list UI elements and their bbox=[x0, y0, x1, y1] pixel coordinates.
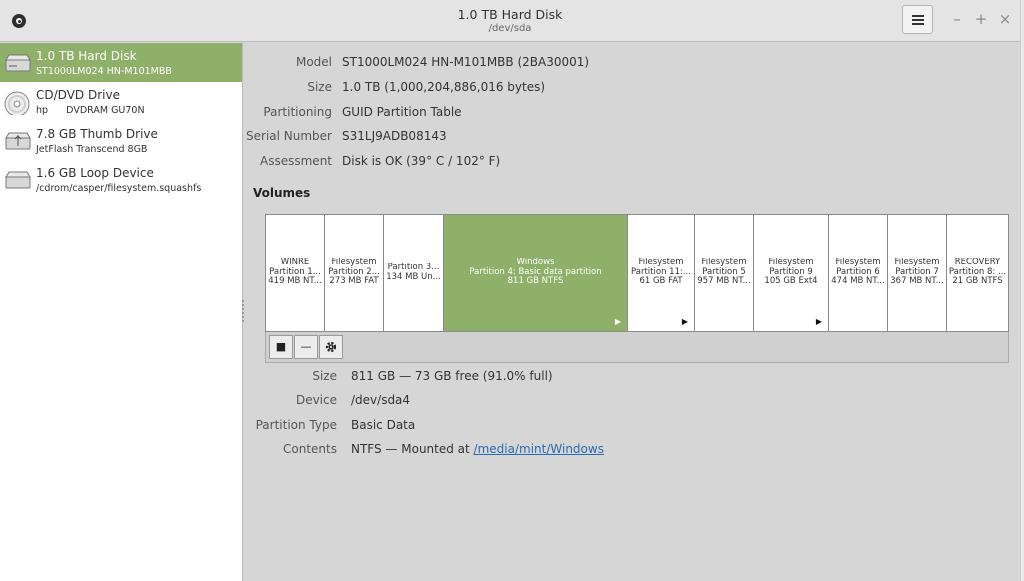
partition-text: Filesystem Partition 9 105 GB Ext4 bbox=[764, 258, 818, 286]
usb-drive-icon bbox=[5, 132, 31, 150]
partition-block[interactable]: Partition 3... 134 MB Un... bbox=[384, 215, 444, 331]
partition-block[interactable]: Filesystem Partition 2... 273 MB FAT bbox=[325, 215, 384, 331]
hard-disk-icon bbox=[5, 54, 31, 72]
volumes-map: WINRE Partition 1... 419 MB NT... Filesyst… bbox=[265, 214, 1009, 332]
pane-resize-handle[interactable] bbox=[242, 300, 245, 322]
serial-number-label: Serial Number bbox=[246, 129, 332, 143]
device-value: /dev/sda4 bbox=[351, 393, 411, 407]
contents-prefix: NTFS — Mounted at bbox=[351, 442, 474, 456]
drive-subtitle: ST1000LM024 HN-M101MBB bbox=[36, 66, 172, 77]
loop-device-icon bbox=[5, 171, 31, 189]
assessment-label: Assessment bbox=[260, 154, 332, 168]
partitioning-label: Partitioning bbox=[263, 105, 332, 119]
assessment-value: Disk is OK (39° C / 102° F) bbox=[342, 154, 501, 168]
drive-name: 7.8 GB Thumb Drive bbox=[36, 127, 158, 141]
partition-settings-button[interactable] bbox=[319, 335, 343, 359]
partition-text: Windows Partition 4: Basic data partition… bbox=[469, 258, 602, 286]
drive-name: 1.0 TB Hard Disk bbox=[36, 49, 137, 63]
partition-text: Filesystem Partition 11:... 61 GB FAT bbox=[631, 258, 691, 286]
drive-subtitle: JetFlash Transcend 8GB bbox=[36, 144, 148, 155]
size-label: Size bbox=[307, 80, 332, 94]
size-value: 1.0 TB (1,000,204,886,016 bytes) bbox=[342, 80, 546, 94]
partition-type-label: Partition Type bbox=[255, 418, 337, 432]
serial-number-value: S31LJ9ADB08143 bbox=[342, 129, 447, 143]
drive-item-hard-disk[interactable]: 1.0 TB Hard Disk ST1000LM024 HN-M101MBB bbox=[0, 43, 242, 82]
title-bar: 1.0 TB Hard Disk /dev/sda – + × bbox=[0, 0, 1020, 42]
partition-size-label: Size bbox=[312, 369, 337, 383]
mounted-play-icon: ▶ bbox=[815, 317, 822, 326]
partition-text: Partition 3... 134 MB Un... bbox=[386, 263, 441, 282]
mount-point-link[interactable]: /media/mint/Windows bbox=[474, 442, 604, 456]
partition-text: Filesystem Partition 7 367 MB NT... bbox=[890, 258, 944, 286]
model-value: ST1000LM024 HN-M101MBB (2BA30001) bbox=[342, 55, 590, 69]
partition-text: WINRE Partition 1... 419 MB NT... bbox=[268, 258, 322, 286]
partitioning-value: GUID Partition Table bbox=[342, 105, 462, 119]
partition-block[interactable]: WINRE Partition 1... 419 MB NT... bbox=[266, 215, 325, 331]
partition-block[interactable]: Filesystem Partition 11:... 61 GB FAT ▶ bbox=[627, 215, 695, 331]
maximize-button[interactable]: + bbox=[973, 10, 989, 28]
contents-label: Contents bbox=[283, 442, 337, 456]
partition-block[interactable]: Filesystem Partition 9 105 GB Ext4 ▶ bbox=[754, 215, 829, 331]
partition-block[interactable]: RECOVERY Partition 8: ... 21 GB NTFS bbox=[947, 215, 1008, 331]
optical-disc-icon bbox=[4, 91, 30, 115]
partition-type-value: Basic Data bbox=[351, 418, 416, 432]
partition-text: Filesystem Partition 6 474 MB NT... bbox=[831, 258, 885, 286]
drive-item-loop-device[interactable]: 1.6 GB Loop Device /cdrom/casper/filesys… bbox=[0, 160, 242, 199]
mounted-play-icon: ▶ bbox=[614, 317, 621, 326]
disks-window: 1.0 TB Hard Disk /dev/sda – + × 1.0 TB H… bbox=[0, 0, 1020, 581]
volumes-heading: Volumes bbox=[253, 186, 311, 200]
model-label: Model bbox=[295, 55, 332, 69]
hamburger-menu-button[interactable] bbox=[902, 5, 933, 34]
delete-partition-button[interactable]: — bbox=[294, 335, 318, 359]
partition-text: Filesystem Partition 2... 273 MB FAT bbox=[328, 258, 380, 286]
partition-block[interactable]: Filesystem Partition 7 367 MB NT... bbox=[888, 215, 947, 331]
partition-block[interactable]: Filesystem Partition 6 474 MB NT... bbox=[829, 215, 888, 331]
partition-text: Filesystem Partition 5 957 MB NT... bbox=[697, 258, 751, 286]
partition-block-selected[interactable]: Windows Partition 4: Basic data partition… bbox=[444, 215, 627, 331]
minimize-button[interactable]: – bbox=[949, 10, 965, 28]
window-subtitle: /dev/sda bbox=[488, 23, 532, 34]
drive-list-sidebar: 1.0 TB Hard Disk ST1000LM024 HN-M101MBB … bbox=[0, 43, 243, 581]
contents-value: NTFS — Mounted at /media/mint/Windows bbox=[351, 442, 604, 456]
partition-text: RECOVERY Partition 8: ... 21 GB NTFS bbox=[948, 258, 1007, 286]
drive-name: 1.6 GB Loop Device bbox=[36, 166, 154, 180]
background-window-edge bbox=[1020, 0, 1024, 581]
device-label: Device bbox=[295, 393, 337, 407]
drive-item-cd-dvd[interactable]: CD/DVD Drive hp DVDRAM GU70N bbox=[0, 82, 242, 121]
drive-subtitle: /cdrom/casper/filesystem.squashfs bbox=[36, 183, 202, 194]
mounted-play-icon: ▶ bbox=[681, 317, 688, 326]
gear-icon bbox=[325, 341, 337, 353]
drive-name: CD/DVD Drive bbox=[36, 88, 120, 102]
close-button[interactable]: × bbox=[997, 10, 1013, 28]
unmount-stop-button[interactable]: ■ bbox=[269, 335, 293, 359]
drive-item-thumb-drive[interactable]: 7.8 GB Thumb Drive JetFlash Transcend 8G… bbox=[0, 121, 242, 160]
drive-subtitle: hp DVDRAM GU70N bbox=[36, 105, 145, 116]
hamburger-menu-icon bbox=[911, 15, 924, 25]
volume-toolbar: ■ — bbox=[265, 332, 1009, 363]
window-title: 1.0 TB Hard Disk bbox=[457, 7, 563, 22]
partition-block[interactable]: Filesystem Partition 5 957 MB NT... bbox=[695, 215, 754, 331]
partition-size-value: 811 GB — 73 GB free (91.0% full) bbox=[351, 369, 553, 383]
